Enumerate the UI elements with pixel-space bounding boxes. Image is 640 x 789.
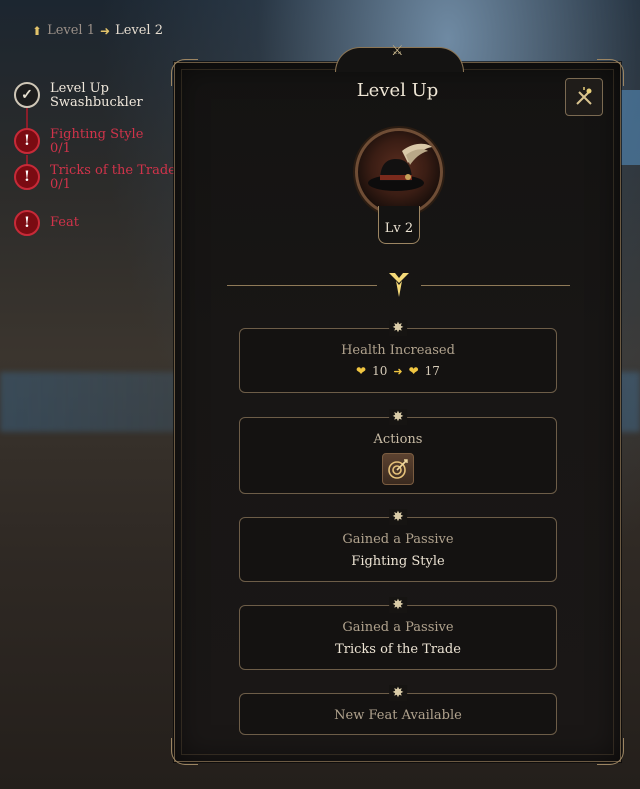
frame-corner [597,738,624,765]
level-up-panel: ⚔ Level Up Lv 2 ✸ Health Increased ❤ 10 … [171,43,624,765]
actions-card: ✸ Actions [239,409,557,494]
card-title: Gained a Passive [342,620,454,635]
sparkle-icon: ✸ [389,320,407,336]
new-feat-card[interactable]: ✸ New Feat Available [239,685,557,735]
card-title: New Feat Available [334,708,462,723]
passive-tricks-card[interactable]: ✸ Gained a Passive Tricks of the Trade [239,597,557,670]
level-badge: Lv 2 [378,206,420,244]
step-connector [26,108,28,128]
step-label: Fighting Style [50,127,144,142]
breadcrumb-arrow-icon: ➜ [100,23,111,38]
health-to-value: 17 [424,364,440,378]
respec-button[interactable] [565,78,603,116]
step-sub: Swashbuckler [50,95,143,110]
heart-icon: ❤ [408,364,419,378]
step-label: Tricks of the Trade [50,163,176,178]
action-button[interactable] [382,453,414,485]
checkmark-icon: ✓ [14,82,40,108]
breadcrumb-to-level: Level 2 [115,23,163,38]
target-arrow-icon [388,459,408,479]
card-title: Gained a Passive [342,532,454,547]
step-tricks-of-the-trade[interactable]: ! Tricks of the Trade 0/1 [14,164,176,192]
passive-name: Fighting Style [351,554,445,569]
exclamation-icon: ! [14,128,40,154]
passive-fighting-style-card[interactable]: ✸ Gained a Passive Fighting Style [239,509,557,582]
health-change-row: ❤ 10 ➜ ❤ 17 [240,364,556,378]
swashbuckler-class-icon [355,128,443,216]
breadcrumb: ⬆ Level 1 ➜ Level 2 [32,23,163,38]
arrow-right-icon: ➜ [393,364,403,378]
card-title: Actions [373,432,423,447]
health-increased-card: ✸ Health Increased ❤ 10 ➜ ❤ 17 [239,320,557,393]
step-label: Feat [50,215,79,230]
exclamation-icon: ! [14,164,40,190]
sparkle-icon: ✸ [389,685,407,701]
heart-icon: ❤ [356,364,367,378]
crossed-swords-emblem-icon: ⚔ [391,43,404,59]
step-sub: 0/1 [50,177,71,192]
step-level-up[interactable]: ✓ Level Up Swashbuckler [14,82,143,110]
panel-title: Level Up [356,80,439,101]
crossed-tools-icon [576,87,592,105]
chevron-emblem-icon [389,273,409,297]
step-sub: 0/1 [50,141,71,156]
sparkle-icon: ✸ [389,409,407,425]
step-label: Level Up [50,81,109,96]
step-feat[interactable]: ! Feat [14,210,79,236]
feathered-hat-icon [368,143,432,191]
section-divider [227,273,570,297]
frame-corner [171,738,198,765]
card-title: Health Increased [341,343,455,358]
breadcrumb-from-level: Level 1 [47,23,95,38]
step-fighting-style[interactable]: ! Fighting Style 0/1 [14,128,143,156]
level-up-arrow-icon: ⬆ [32,23,43,38]
passive-name: Tricks of the Trade [335,642,461,657]
sparkle-icon: ✸ [389,509,407,525]
sparkle-icon: ✸ [389,597,407,613]
exclamation-icon: ! [14,210,40,236]
health-from-value: 10 [372,364,388,378]
